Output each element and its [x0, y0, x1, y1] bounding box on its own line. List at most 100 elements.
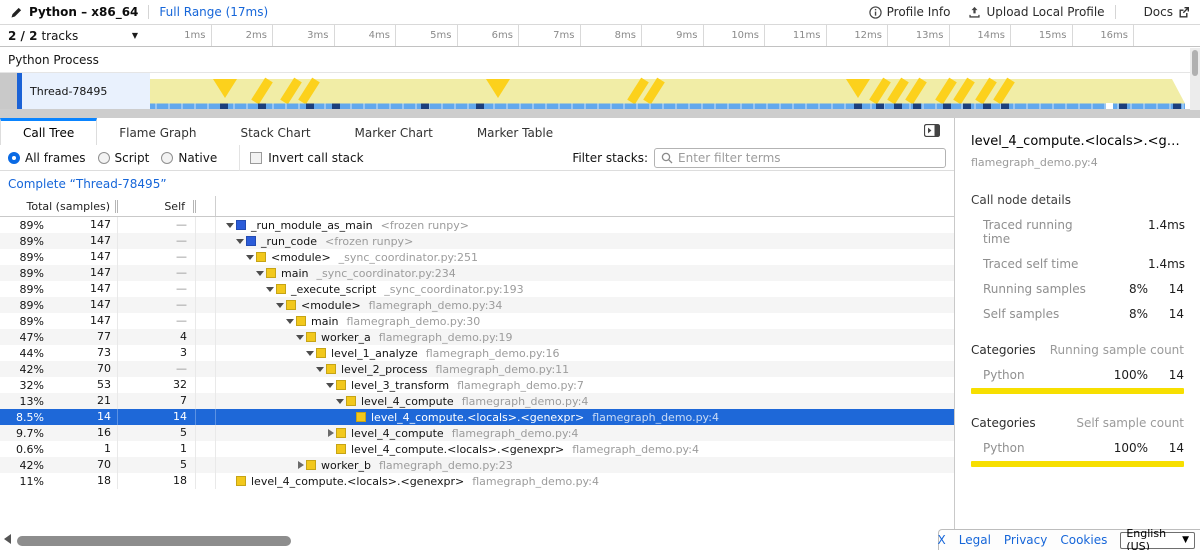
collapse-icon[interactable]	[224, 217, 236, 233]
row-total-percent: 44%	[0, 347, 48, 360]
sidebar-toggle-button[interactable]	[924, 122, 940, 141]
file-location: _sync_coordinator.py:234	[316, 267, 455, 280]
leaf-spacer	[344, 409, 356, 425]
collapse-icon[interactable]	[274, 297, 286, 313]
category-yellow-icon	[326, 364, 336, 374]
row-total-count: 77	[48, 329, 118, 345]
row-gutter	[196, 457, 216, 473]
category-bar	[971, 388, 1184, 394]
footer-link-cookies[interactable]: Cookies	[1060, 533, 1107, 547]
timeline-vertical-scrollbar[interactable]	[1190, 48, 1200, 110]
radio-all-frames[interactable]: All frames	[8, 151, 86, 165]
call-tree-row[interactable]: 9.7%165level_4_computeflamegraph_demo.py…	[0, 425, 954, 441]
tab-flame-graph[interactable]: Flame Graph	[97, 118, 218, 145]
ruler-tick: 5ms	[396, 25, 458, 46]
expand-icon[interactable]	[324, 425, 336, 441]
chevron-down-icon: ▼	[132, 31, 138, 40]
function-name: _run_module_as_main	[251, 219, 373, 232]
row-total-percent: 42%	[0, 363, 48, 376]
file-location: _sync_coordinator.py:193	[384, 283, 523, 296]
scroll-left-arrow-icon[interactable]	[4, 534, 11, 544]
call-tree-row[interactable]: 11%1818level_4_compute.<locals>.<genexpr…	[0, 473, 954, 489]
call-tree-row[interactable]: 89%147—<module>flamegraph_demo.py:34	[0, 297, 954, 313]
detail-row: Traced running time1.4ms	[971, 218, 1184, 246]
collapse-icon[interactable]	[244, 249, 256, 265]
horizontal-scrollbar[interactable]	[17, 536, 291, 546]
collapse-icon[interactable]	[264, 281, 276, 297]
row-self-count: 14	[118, 409, 196, 425]
collapse-icon[interactable]	[324, 377, 336, 393]
call-tree-row[interactable]: 13%217level_4_computeflamegraph_demo.py:…	[0, 393, 954, 409]
tab-call-tree[interactable]: Call Tree	[0, 118, 97, 145]
row-total-count: 70	[48, 361, 118, 377]
call-tree-row[interactable]: 89%147—_run_code<frozen runpy>	[0, 233, 954, 249]
collapse-icon[interactable]	[314, 361, 326, 377]
profile-info-button[interactable]: Profile Info	[869, 5, 951, 19]
function-name: main	[311, 315, 338, 328]
row-tree-cell: level_3_transformflamegraph_demo.py:7	[216, 377, 954, 393]
tab-marker-table[interactable]: Marker Table	[455, 118, 575, 145]
call-tree-row[interactable]: 42%705worker_bflamegraph_demo.py:23	[0, 457, 954, 473]
footer-link-privacy[interactable]: Privacy	[1004, 533, 1047, 547]
call-tree-row[interactable]: 89%147—<module>_sync_coordinator.py:251	[0, 249, 954, 265]
tab-stack-chart[interactable]: Stack Chart	[219, 118, 333, 145]
collapse-icon[interactable]	[254, 265, 266, 281]
radio-script[interactable]: Script	[98, 151, 150, 165]
scrollbar-thumb[interactable]	[1192, 50, 1198, 76]
collapse-icon[interactable]	[234, 233, 246, 249]
ruler-tick: 10ms	[704, 25, 766, 46]
tab-marker-chart[interactable]: Marker Chart	[333, 118, 455, 145]
call-tree-row[interactable]: 89%147—main_sync_coordinator.py:234	[0, 265, 954, 281]
row-tree-cell: level_4_compute.<locals>.<genexpr>flameg…	[216, 473, 954, 489]
call-tree-row[interactable]: 47%774worker_aflamegraph_demo.py:19	[0, 329, 954, 345]
invert-call-stack-checkbox[interactable]: Invert call stack	[250, 151, 363, 165]
row-total-percent: 9.7%	[0, 427, 48, 440]
thread-track-label[interactable]: Thread-78495	[22, 73, 150, 109]
row-total-count: 147	[48, 297, 118, 313]
thread-activity-graph[interactable]	[150, 73, 1190, 109]
radio-icon	[8, 152, 20, 164]
function-name: level_4_compute.<locals>.<genexpr>	[351, 443, 564, 456]
expand-icon[interactable]	[294, 457, 306, 473]
tab-bar-tabs: Call TreeFlame GraphStack ChartMarker Ch…	[0, 118, 575, 145]
breadcrumb-complete-thread[interactable]: Complete “Thread-78495”	[8, 177, 167, 191]
thread-track[interactable]: Thread-78495	[0, 73, 1200, 109]
category-yellow-icon	[336, 444, 346, 454]
row-gutter	[196, 297, 216, 313]
language-select[interactable]: English (US) ▼	[1120, 532, 1195, 549]
row-tree-cell: level_4_computeflamegraph_demo.py:4	[216, 425, 954, 441]
footer-link-legal[interactable]: Legal	[959, 533, 991, 547]
docs-link[interactable]: Docs	[1144, 5, 1190, 19]
call-tree-row[interactable]: 89%147—_execute_script_sync_coordinator.…	[0, 281, 954, 297]
category-bar	[971, 461, 1184, 467]
call-tree-row[interactable]: 42%70—level_2_processflamegraph_demo.py:…	[0, 361, 954, 377]
ruler-tick: 3ms	[273, 25, 335, 46]
tracks-dropdown[interactable]: 2 / 2 tracks ▼	[0, 25, 150, 46]
collapse-icon[interactable]	[334, 393, 346, 409]
edit-profile-name-icon[interactable]	[10, 6, 23, 19]
full-range-link[interactable]: Full Range (17ms)	[159, 5, 268, 19]
call-tree-row[interactable]: 89%147—_run_module_as_main<frozen runpy>	[0, 217, 954, 233]
filter-stacks-input[interactable]	[678, 151, 939, 165]
file-location: flamegraph_demo.py:19	[379, 331, 513, 344]
column-self[interactable]: Self	[118, 200, 196, 213]
function-name: level_2_process	[341, 363, 427, 376]
row-gutter	[196, 217, 216, 233]
collapse-icon[interactable]	[284, 313, 296, 329]
ruler-tick: 15ms	[1011, 25, 1073, 46]
row-total-percent: 32%	[0, 379, 48, 392]
footer-link-x[interactable]: X	[938, 533, 946, 547]
collapse-icon[interactable]	[294, 329, 306, 345]
call-tree-row[interactable]: 89%147—mainflamegraph_demo.py:30	[0, 313, 954, 329]
call-tree-row[interactable]: 8.5%1414level_4_compute.<locals>.<genexp…	[0, 409, 954, 425]
column-total-samples[interactable]: Total (samples)	[0, 200, 118, 213]
call-tree-row[interactable]: 0.6%11level_4_compute.<locals>.<genexpr>…	[0, 441, 954, 457]
row-gutter	[196, 249, 216, 265]
collapse-icon[interactable]	[304, 345, 316, 361]
call-tree-row[interactable]: 44%733level_1_analyzeflamegraph_demo.py:…	[0, 345, 954, 361]
call-tree-row[interactable]: 32%5332level_3_transformflamegraph_demo.…	[0, 377, 954, 393]
upload-profile-button[interactable]: Upload Local Profile	[968, 5, 1104, 19]
radio-native[interactable]: Native	[161, 151, 217, 165]
detail-row: Traced self time1.4ms	[971, 257, 1184, 271]
process-track-header[interactable]: Python Process	[0, 47, 1200, 73]
